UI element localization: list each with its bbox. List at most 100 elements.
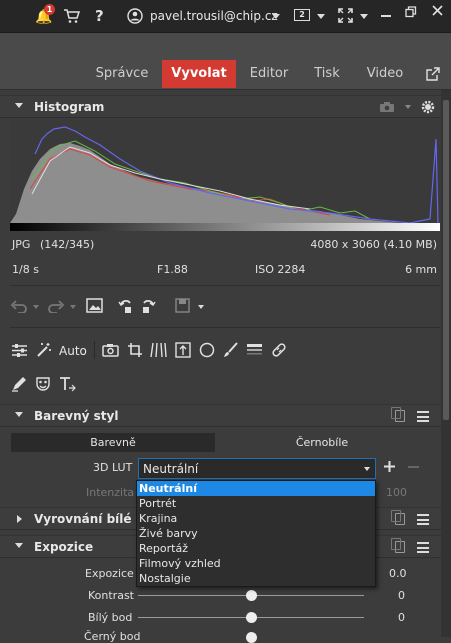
copy-icon[interactable] — [391, 538, 405, 553]
dropdown-option[interactable]: Reportáž — [137, 541, 375, 556]
text-icon[interactable] — [59, 376, 76, 392]
iso: ISO 2284 — [255, 263, 306, 276]
circle-icon[interactable] — [199, 342, 215, 358]
chevron-down-icon — [364, 467, 370, 471]
collapse-icon[interactable] — [15, 543, 23, 548]
dropdown-option[interactable]: Filmový vzhled — [137, 556, 375, 571]
menu-icon[interactable] — [417, 514, 429, 525]
brush-icon[interactable] — [223, 342, 239, 358]
tab-vyvolat[interactable]: Vyvolat — [162, 60, 236, 88]
close-icon[interactable] — [432, 5, 443, 16]
tab-color-label: Barevně — [90, 436, 136, 449]
pen-icon[interactable] — [11, 376, 27, 392]
tab-color[interactable]: Barevně — [11, 433, 215, 452]
rotate-right-icon[interactable] — [140, 298, 156, 314]
tab-video[interactable]: Video — [360, 60, 410, 88]
notification-badge: 1 — [44, 4, 55, 15]
lut-select-value: Neutrální — [143, 462, 199, 476]
lut-label: 3D LUT — [93, 461, 133, 474]
divider — [94, 341, 95, 359]
copy-icon[interactable] — [391, 510, 405, 525]
magic-wand-icon[interactable] — [36, 342, 52, 358]
contrast-slider-knob[interactable] — [246, 590, 257, 601]
color-style-header[interactable]: Barevný styl — [0, 404, 441, 427]
white-balance-title: Vyrovnání bílé — [34, 512, 132, 526]
white-point-slider-knob[interactable] — [246, 612, 257, 623]
minimize-icon[interactable] — [381, 15, 391, 17]
exposure-label: Expozice — [85, 567, 134, 580]
image-resolution: 4080 x 3060 (4.10 MB) — [310, 238, 437, 251]
chevron-down-icon[interactable] — [272, 14, 280, 19]
monitor-label: 2 — [299, 10, 305, 19]
scrollbar-thumb[interactable] — [443, 100, 449, 420]
exposure-time: 1/8 s — [12, 263, 39, 276]
dropdown-option[interactable]: Nostalgie — [137, 571, 375, 586]
minus-icon[interactable] — [408, 466, 419, 468]
lut-select[interactable]: Neutrální — [138, 458, 376, 479]
camera-icon[interactable] — [379, 101, 395, 113]
chevron-down-icon[interactable] — [317, 14, 325, 19]
sliders-icon[interactable] — [11, 343, 28, 358]
collapse-icon[interactable] — [15, 412, 23, 417]
menu-icon[interactable] — [417, 411, 429, 422]
tab-spravce[interactable]: Správce — [94, 60, 150, 88]
level-icon[interactable] — [175, 342, 191, 358]
user-email[interactable]: pavel.trousil@chip.cz — [150, 9, 278, 23]
chevron-down-icon[interactable] — [33, 305, 39, 309]
histogram-graph — [10, 119, 440, 231]
plus-icon[interactable] — [383, 460, 396, 473]
help-icon[interactable]: ? — [95, 8, 104, 24]
collapse-icon[interactable] — [15, 103, 23, 108]
contrast-value[interactable]: 0 — [398, 589, 405, 602]
image-count: (142/345) — [40, 238, 95, 251]
gradient-icon[interactable] — [246, 343, 263, 357]
crop-icon[interactable] — [127, 342, 143, 358]
chevron-down-icon[interactable] — [70, 305, 76, 309]
bandage-icon[interactable] — [270, 341, 288, 359]
menu-icon[interactable] — [417, 542, 429, 553]
histogram-header[interactable]: Histogram — [0, 95, 441, 118]
rotate-left-icon[interactable] — [118, 298, 134, 314]
redo-icon[interactable] — [47, 299, 65, 313]
image-icon[interactable] — [86, 298, 103, 313]
exposure-value[interactable]: 0.0 — [389, 567, 407, 580]
histogram-title: Histogram — [34, 100, 105, 114]
cart-icon[interactable] — [63, 9, 80, 24]
intensity-value: 100 — [386, 486, 407, 499]
tab-bw-label: Černobíle — [295, 436, 349, 449]
dropdown-option[interactable]: Krajina — [137, 511, 375, 526]
undo-icon[interactable] — [10, 299, 28, 313]
monitor-icon[interactable]: 2 — [294, 9, 310, 21]
settings-icon[interactable] — [420, 99, 436, 115]
white-point-value[interactable]: 0 — [398, 611, 405, 624]
mask-icon[interactable] — [35, 376, 51, 392]
dropdown-option[interactable]: Neutrální — [137, 481, 375, 496]
chevron-down-icon[interactable] — [198, 305, 204, 309]
mode-bar: Správce Vyvolat Editor Tisk Video — [0, 33, 451, 90]
camera-icon[interactable] — [102, 343, 119, 357]
focal-length: 6 mm — [405, 263, 437, 276]
tab-tisk[interactable]: Tisk — [309, 60, 345, 88]
auto-button[interactable]: Auto — [59, 344, 87, 358]
exposure-title: Expozice — [34, 540, 94, 554]
aperture: F1.88 — [157, 263, 188, 276]
expand-icon[interactable] — [17, 515, 22, 523]
white-point-label: Bílý bod — [88, 611, 133, 624]
restore-icon[interactable] — [405, 6, 417, 18]
external-link-icon[interactable] — [426, 67, 440, 81]
divider — [10, 285, 440, 286]
dropdown-option[interactable]: Živé barvy — [137, 526, 375, 541]
chevron-down-icon[interactable] — [405, 105, 411, 109]
intensity-label: Intenzita — [86, 486, 135, 499]
fullscreen-icon[interactable] — [338, 8, 353, 23]
perspective-icon[interactable] — [150, 342, 167, 358]
chevron-down-icon[interactable] — [360, 14, 368, 19]
color-style-title: Barevný styl — [34, 409, 119, 423]
tab-editor[interactable]: Editor — [246, 60, 292, 88]
save-icon[interactable] — [175, 298, 190, 313]
user-icon[interactable] — [127, 8, 143, 24]
tab-bw[interactable]: Černobíle — [216, 433, 428, 452]
black-point-slider-knob[interactable] — [246, 632, 257, 643]
dropdown-option[interactable]: Portrét — [137, 496, 375, 511]
copy-icon[interactable] — [391, 407, 405, 422]
